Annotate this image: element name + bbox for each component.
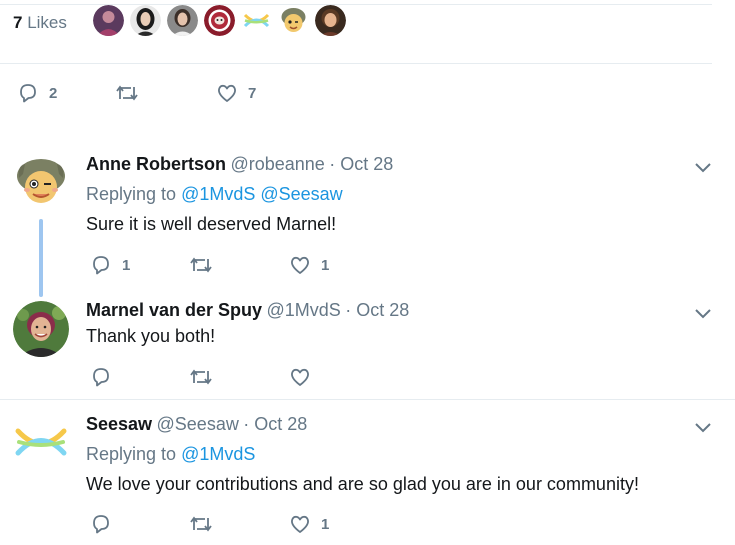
avatar-marnel-van-der-spuy[interactable] — [13, 301, 69, 357]
author-handle[interactable]: @1MvdS — [267, 300, 341, 320]
heart-icon — [291, 368, 309, 386]
mention-link[interactable]: @Seesaw — [255, 184, 342, 204]
retweet-icon — [190, 369, 212, 385]
mention-link[interactable]: @1MvdS — [181, 444, 255, 464]
liker-avatar-4[interactable] — [204, 5, 235, 36]
replying-to: Replying to @1MvdS @Seesaw — [86, 184, 343, 204]
likes-divider — [0, 63, 712, 64]
like-button[interactable]: 1 — [289, 254, 329, 276]
tweet-text: Thank you both! — [86, 326, 216, 346]
chevron-down-icon[interactable] — [694, 306, 712, 320]
liker-avatar-1[interactable] — [93, 5, 124, 36]
like-button[interactable]: 1 — [289, 513, 329, 535]
liker-avatar-6[interactable] — [278, 5, 309, 36]
avatar-seesaw[interactable] — [13, 414, 69, 470]
tweet-header: Seesaw @Seesaw · Oct 28 — [86, 414, 307, 435]
reply-icon — [20, 84, 36, 103]
replying-to: Replying to @1MvdS — [86, 444, 256, 464]
like-count: 1 — [321, 256, 330, 274]
tweet-text: We love your contributions and are so gl… — [86, 474, 639, 494]
avatar-anne-robertson[interactable] — [13, 154, 69, 210]
conversation-divider — [0, 399, 735, 400]
author-handle[interactable]: @Seesaw — [157, 414, 239, 434]
mention-link[interactable]: @1MvdS — [181, 184, 255, 204]
retweet-button[interactable] — [189, 254, 213, 276]
author-name[interactable]: Anne Robertson — [86, 154, 226, 174]
like-count: 7 — [248, 84, 257, 102]
tweet-text: Sure it is well deserved Marnel! — [86, 214, 337, 234]
like-button[interactable] — [289, 366, 321, 388]
liker-avatar-7[interactable] — [315, 5, 346, 36]
reply-count: 2 — [49, 84, 58, 102]
reply-button[interactable] — [90, 513, 122, 535]
chevron-down-icon[interactable] — [694, 420, 712, 434]
like-button[interactable]: 7 — [216, 82, 256, 104]
reply-button[interactable] — [90, 366, 122, 388]
reply-button[interactable]: 1 — [90, 254, 130, 276]
reply-icon — [93, 368, 109, 387]
tweet-date[interactable]: · Oct 28 — [345, 300, 409, 320]
chevron-down-icon[interactable] — [694, 160, 712, 174]
heart-icon — [218, 84, 236, 102]
tweet-date[interactable]: · Oct 28 — [329, 154, 393, 174]
retweet-button[interactable] — [115, 82, 139, 104]
liker-avatar-2[interactable] — [130, 5, 161, 36]
retweet-button[interactable] — [189, 366, 213, 388]
author-name[interactable]: Marnel van der Spuy — [86, 300, 262, 320]
reply-icon — [93, 256, 109, 275]
tweet-date[interactable]: · Oct 28 — [243, 414, 307, 434]
liker-avatar-3[interactable] — [167, 5, 198, 36]
retweet-icon — [190, 516, 212, 532]
reply-count: 1 — [122, 256, 131, 274]
tweet-header: Anne Robertson @robeanne · Oct 28 — [86, 154, 393, 175]
liker-avatar-5[interactable] — [241, 5, 272, 36]
likes-count[interactable]: 7 Likes — [13, 12, 67, 34]
author-handle[interactable]: @robeanne — [230, 154, 324, 174]
tweet-header: Marnel van der Spuy @1MvdS · Oct 28 — [86, 300, 409, 321]
author-name[interactable]: Seesaw — [86, 414, 152, 434]
reply-icon — [93, 515, 109, 534]
liker-avatars — [93, 5, 346, 37]
thread-connector-line — [39, 219, 43, 297]
retweet-button[interactable] — [189, 513, 213, 535]
reply-button[interactable]: 2 — [17, 82, 57, 104]
retweet-icon — [116, 85, 138, 101]
retweet-icon — [190, 257, 212, 273]
heart-icon — [291, 515, 309, 533]
heart-icon — [291, 256, 309, 274]
like-count: 1 — [321, 515, 330, 533]
